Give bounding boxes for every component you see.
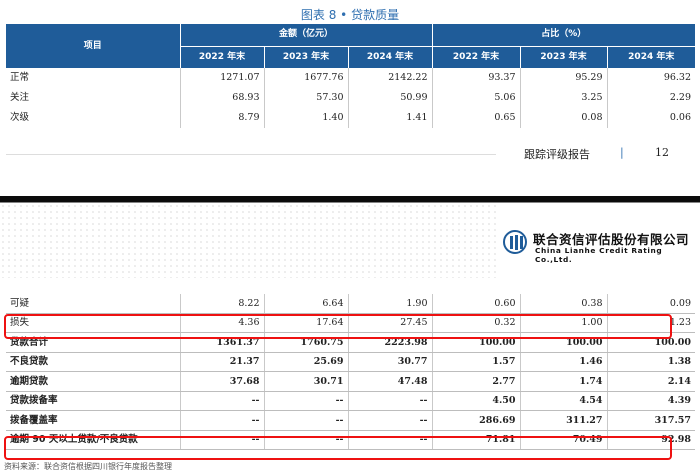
row-label: 不良贷款 [6,352,181,372]
source-note: 资料来源：联合资信根据四川银行年度报告整理 [4,462,172,471]
cell: 0.06 [669,112,692,124]
decorative-pattern [0,203,500,278]
cell: 1677.76 [264,68,349,88]
cell: 6.64 [264,294,349,314]
cell: 0.09 [607,294,695,314]
cell: 4.50 [432,391,521,411]
table-row: 关注 68.93 57.30 50.99 5.06 3.25 2.29 [6,88,695,108]
footer-divider: | [620,146,624,159]
cell: 21.37 [180,352,265,372]
cell: 0.65 [432,108,521,128]
company-name-en: China Lianhe Credit Rating Co.,Ltd. [535,246,663,264]
cell: 0.60 [432,294,521,314]
page-number: 12 [655,146,669,159]
company-logo-icon [503,230,527,254]
cell: 57.30 [264,88,349,108]
cell: 1.57 [432,352,521,372]
cell: 30.71 [264,371,349,392]
cell: 1.46 [520,352,608,372]
cell: 2142.22 [348,68,433,88]
cell: 311.27 [520,410,608,431]
row-label: 正常 [6,68,181,88]
cell: 8.22 [180,294,265,314]
cell: 93.37 [432,68,521,88]
row-label: 拨备覆盖率 [6,410,181,431]
cell: 1.40 [264,108,349,128]
table-row: 正常 1271.07 1677.76 2142.22 93.37 95.29 9… [6,68,695,88]
cell: 68.93 [180,88,265,108]
header-share: 占比（%） [431,24,696,46]
cell: 50.99 [348,88,433,108]
footer-rule [6,154,496,155]
cell: 47.48 [348,371,433,392]
cell: -- [348,410,433,431]
cell: 25.69 [264,352,349,372]
loan-quality-table-top: 项目 金额（亿元） 占比（%） 2022 年末 2023 年末 2024 年末 … [6,24,696,128]
table-row: 不良贷款 21.37 25.69 30.77 1.57 1.46 1.38 [6,352,695,372]
cell: 37.68 [180,371,265,392]
cell: -- [264,391,349,411]
row-label: 逾期贷款 [6,371,181,392]
cell: 2.29 [669,92,692,104]
cell: -- [348,391,433,411]
cell: 1.38 [607,352,695,372]
table-caption: 图表 8 • 贷款质量 [300,8,400,22]
cell: 0.38 [520,294,608,314]
header-year: 2022 年末 [431,45,521,68]
highlight-box-loss [4,314,672,339]
footer-report-title: 跟踪评级报告 [524,148,590,161]
cell: 1271.07 [180,68,265,88]
cell: 4.39 [607,391,695,411]
cell: 96.32 [663,72,692,84]
cell: 1.90 [348,294,433,314]
cell: 1.74 [520,371,608,392]
cell: 2.14 [607,371,695,392]
cell: -- [264,410,349,431]
row-label: 次级 [6,108,181,128]
table-row: 拨备覆盖率 -- -- -- 286.69 311.27 317.57 [6,410,695,431]
header-amount: 金额（亿元） [179,24,433,46]
cell: 4.54 [520,391,608,411]
cell: 317.57 [607,410,695,431]
cell: 8.79 [180,108,265,128]
header-year: 2024 年末 [606,45,696,68]
table-row: 贷款拨备率 -- -- -- 4.50 4.54 4.39 [6,391,695,411]
cell: 0.08 [520,108,608,128]
highlight-box-overdue90 [4,436,672,460]
cell: 1.41 [348,108,433,128]
cell: 30.77 [348,352,433,372]
header-item: 项目 [6,24,180,68]
header-year: 2022 年末 [179,45,264,68]
row-label: 贷款拨备率 [6,391,181,411]
cell: 5.06 [432,88,521,108]
header-year: 2023 年末 [519,45,608,68]
row-label: 关注 [6,88,181,108]
cell: 286.69 [432,410,521,431]
table-row: 可疑 8.22 6.64 1.90 0.60 0.38 0.09 [6,294,695,314]
cell: -- [180,391,265,411]
header-year: 2023 年末 [263,45,348,68]
table-row: 次级 8.79 1.40 1.41 0.65 0.08 0.06 [6,108,695,128]
cell: 3.25 [520,88,608,108]
row-label: 可疑 [6,294,181,314]
cell: -- [180,410,265,431]
table-row: 逾期贷款 37.68 30.71 47.48 2.77 1.74 2.14 [6,371,695,392]
header-year: 2024 年末 [347,45,433,68]
cell: 2.77 [432,371,521,392]
cell: 95.29 [520,68,608,88]
